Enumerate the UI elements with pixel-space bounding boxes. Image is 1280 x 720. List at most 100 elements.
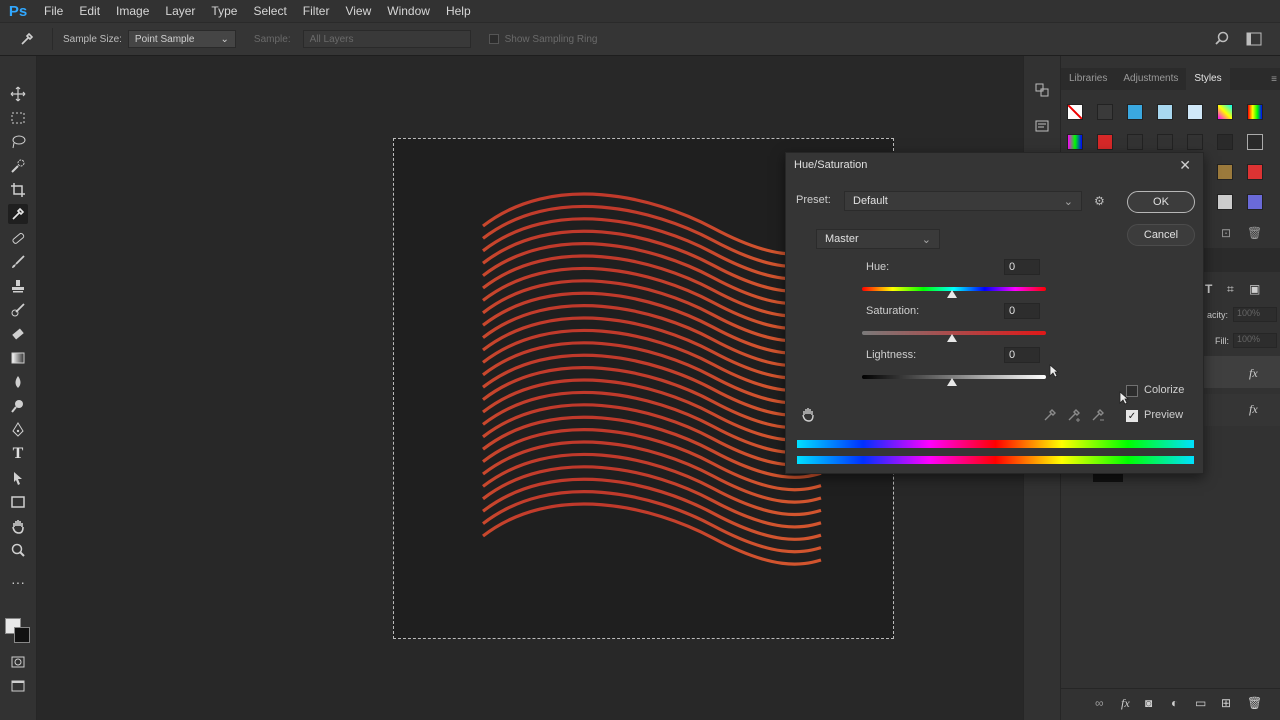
sample-size-value: Point Sample xyxy=(134,33,195,45)
style-swatch[interactable] xyxy=(1247,164,1263,180)
delete-layer-icon[interactable]: 🗑 xyxy=(1247,696,1262,710)
style-swatch[interactable] xyxy=(1127,104,1143,120)
style-swatch[interactable] xyxy=(1127,134,1143,150)
delete-style-icon[interactable]: 🗑 xyxy=(1247,226,1262,240)
chevron-down-icon: ⌄ xyxy=(921,233,931,246)
fill-input[interactable]: 100% xyxy=(1233,333,1277,348)
style-swatch[interactable] xyxy=(1187,104,1203,120)
hue-slider-thumb[interactable] xyxy=(947,290,957,298)
more-tools-icon[interactable]: ··· xyxy=(8,572,28,592)
gear-icon[interactable]: ⚙ xyxy=(1094,194,1105,208)
eyedropper-minus-icon[interactable] xyxy=(1090,407,1106,426)
history-brush-tool-icon[interactable] xyxy=(8,300,28,320)
type-tool-icon[interactable]: T xyxy=(8,444,28,464)
style-swatch[interactable] xyxy=(1217,164,1233,180)
sample-size-select[interactable]: Point Sample ⌄ xyxy=(127,30,236,48)
style-swatch[interactable] xyxy=(1247,194,1263,210)
crop-tool-icon[interactable] xyxy=(8,180,28,200)
menu-edit[interactable]: Edit xyxy=(71,0,108,22)
tab-libraries[interactable]: Libraries xyxy=(1061,68,1115,90)
adjustment-layer-icon[interactable]: ◐ xyxy=(1171,696,1178,710)
style-swatch[interactable] xyxy=(1067,134,1083,150)
gradient-tool-icon[interactable] xyxy=(8,348,28,368)
zoom-tool-icon[interactable] xyxy=(8,540,28,560)
panel-menu-icon[interactable]: ≡ xyxy=(1271,74,1277,85)
eyedropper-icon[interactable] xyxy=(12,24,42,54)
add-style-icon[interactable]: fx xyxy=(1121,696,1130,711)
filter-type-icon[interactable]: T xyxy=(1205,282,1212,296)
saturation-input[interactable]: 0 xyxy=(1004,303,1040,319)
preview-checkbox[interactable]: ✓ xyxy=(1126,410,1138,422)
pen-tool-icon[interactable] xyxy=(8,420,28,440)
menu-select[interactable]: Select xyxy=(245,0,294,22)
style-swatch[interactable] xyxy=(1157,134,1173,150)
workspace-icon[interactable] xyxy=(1246,32,1262,49)
lasso-tool-icon[interactable] xyxy=(8,132,28,152)
tab-adjustments[interactable]: Adjustments xyxy=(1115,68,1186,90)
style-swatch[interactable] xyxy=(1157,104,1173,120)
brush-tool-icon[interactable] xyxy=(8,252,28,272)
opacity-input[interactable]: 100% xyxy=(1233,307,1277,322)
ok-button[interactable]: OK xyxy=(1127,191,1195,213)
sample-select[interactable]: All Layers xyxy=(302,30,471,48)
menu-filter[interactable]: Filter xyxy=(295,0,338,22)
path-selection-tool-icon[interactable] xyxy=(8,468,28,488)
style-swatch[interactable] xyxy=(1217,104,1233,120)
menu-view[interactable]: View xyxy=(337,0,379,22)
add-mask-icon[interactable]: ◙ xyxy=(1145,696,1152,710)
channel-dropdown[interactable]: Master ⌄ xyxy=(816,229,940,249)
properties-panel-icon[interactable] xyxy=(1034,118,1050,137)
eyedropper-plus-icon[interactable] xyxy=(1066,407,1082,426)
filter-smart-icon[interactable]: ▣ xyxy=(1249,282,1260,296)
rectangle-tool-icon[interactable] xyxy=(8,492,28,512)
new-style-icon[interactable]: ⊡ xyxy=(1221,226,1231,240)
menu-help[interactable]: Help xyxy=(438,0,479,22)
new-layer-icon[interactable]: ⊞ xyxy=(1221,696,1231,710)
style-swatch[interactable] xyxy=(1217,134,1233,150)
style-swatch[interactable] xyxy=(1097,134,1113,150)
search-icon[interactable] xyxy=(1214,31,1230,50)
fx-icon[interactable]: fx xyxy=(1249,402,1258,417)
marquee-tool-icon[interactable] xyxy=(8,108,28,128)
move-tool-icon[interactable] xyxy=(8,84,28,104)
style-swatch[interactable] xyxy=(1187,134,1203,150)
mouse-cursor-icon xyxy=(1049,364,1060,381)
screen-mode-icon[interactable] xyxy=(8,676,28,696)
menu-file[interactable]: File xyxy=(36,0,71,22)
menu-window[interactable]: Window xyxy=(379,0,438,22)
hue-input[interactable]: 0 xyxy=(1004,259,1040,275)
filter-shape-icon[interactable]: ⌗ xyxy=(1227,282,1234,297)
menu-image[interactable]: Image xyxy=(108,0,157,22)
hand-tool-icon[interactable] xyxy=(8,516,28,536)
tab-styles[interactable]: Styles xyxy=(1186,68,1230,90)
preset-dropdown[interactable]: Default ⌄ xyxy=(844,191,1082,211)
link-layers-icon[interactable]: ∞ xyxy=(1095,696,1104,710)
eyedropper-icon[interactable] xyxy=(1042,407,1058,426)
eyedropper-tool-icon[interactable] xyxy=(8,204,28,224)
background-color-swatch[interactable] xyxy=(14,627,30,643)
quick-select-tool-icon[interactable] xyxy=(8,156,28,176)
stamp-tool-icon[interactable] xyxy=(8,276,28,296)
blur-tool-icon[interactable] xyxy=(8,372,28,392)
fx-icon[interactable]: fx xyxy=(1249,366,1258,381)
style-swatch[interactable] xyxy=(1217,194,1233,210)
style-swatch-none[interactable] xyxy=(1067,104,1083,120)
lightness-slider-thumb[interactable] xyxy=(947,378,957,386)
quick-mask-icon[interactable] xyxy=(8,652,28,672)
close-icon[interactable]: ✕ xyxy=(1179,157,1191,174)
style-swatch[interactable] xyxy=(1097,104,1113,120)
lightness-input[interactable]: 0 xyxy=(1004,347,1040,363)
saturation-slider-thumb[interactable] xyxy=(947,334,957,342)
menu-type[interactable]: Type xyxy=(203,0,245,22)
cancel-button[interactable]: Cancel xyxy=(1127,224,1195,246)
style-swatch[interactable] xyxy=(1247,134,1263,150)
healing-brush-tool-icon[interactable] xyxy=(8,228,28,248)
menu-layer[interactable]: Layer xyxy=(157,0,203,22)
eraser-tool-icon[interactable] xyxy=(8,324,28,344)
group-icon[interactable]: ▭ xyxy=(1195,696,1206,710)
history-panel-icon[interactable] xyxy=(1034,82,1050,101)
show-ring-checkbox[interactable] xyxy=(488,34,499,44)
dodge-tool-icon[interactable] xyxy=(8,396,28,416)
style-swatch[interactable] xyxy=(1247,104,1263,120)
targeted-adjustment-hand-icon[interactable] xyxy=(800,406,816,425)
